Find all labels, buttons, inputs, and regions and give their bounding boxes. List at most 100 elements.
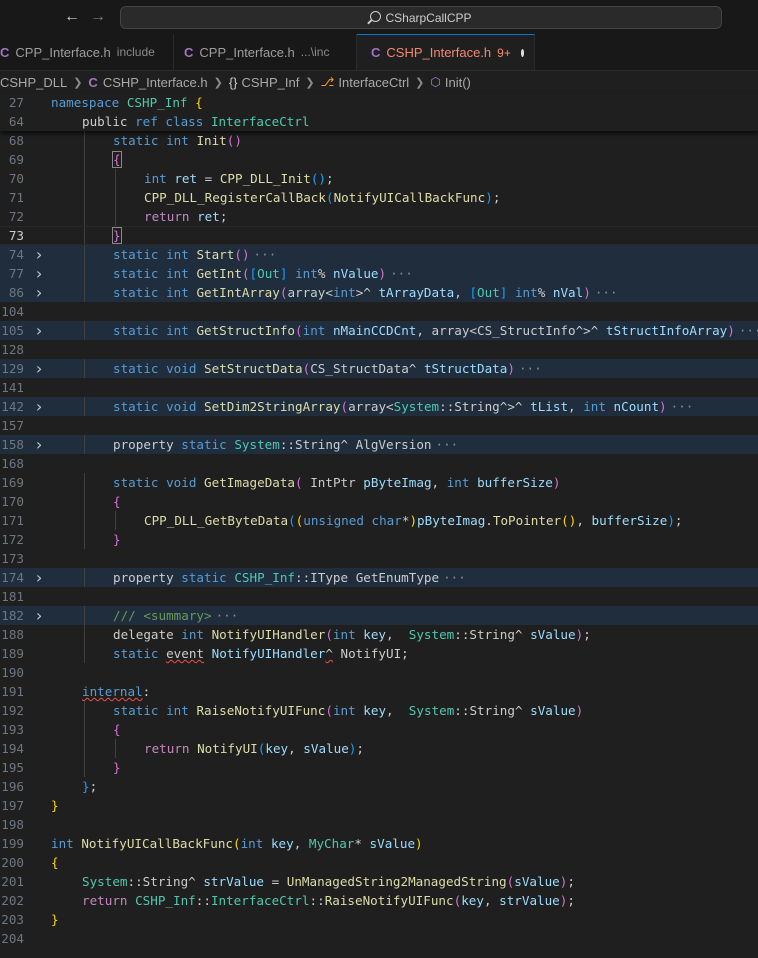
fold-chevron-icon[interactable]: › (34, 606, 44, 625)
code-line-171[interactable]: 171 CPP_DLL_GetByteData((unsigned char*)p… (0, 511, 758, 530)
token: ( (340, 399, 349, 414)
code-line-203[interactable]: 203} (0, 910, 758, 929)
folded-ellipsis[interactable]: ··· (443, 570, 466, 585)
fold-chevron-icon[interactable]: › (34, 397, 44, 416)
code-line-199[interactable]: 199 int NotifyUICallBackFunc(int key, MyC… (0, 834, 758, 853)
fold-chevron-icon[interactable]: › (34, 435, 44, 454)
fold-chevron-icon[interactable]: › (34, 245, 44, 264)
code-line-195[interactable]: 195} (0, 758, 758, 777)
code-line-129[interactable]: 129 › static void SetStructData(CS_StructD… (0, 359, 758, 378)
code-line-194[interactable]: 194 return NotifyUI(key, sValue); (0, 739, 758, 758)
token: unsigned (303, 513, 364, 528)
code-line-157[interactable]: 157 (0, 416, 758, 435)
tab-cshp-interface[interactable]: C CSHP_Interface.h 9+ (357, 34, 535, 70)
token: int (514, 285, 538, 300)
code-line-173[interactable]: 173 (0, 549, 758, 568)
code-line-190[interactable]: 190 (0, 663, 758, 682)
code-line-70[interactable]: 70 int ret = CPP_DLL_Init(); (0, 169, 758, 188)
token: System (82, 874, 128, 889)
code-line-189[interactable]: 189 static event NotifyUIHandler^ NotifyU… (0, 644, 758, 663)
fold-chevron-icon[interactable]: › (34, 264, 44, 283)
code-line-158[interactable]: 158 › property static System::String^ AlgV… (0, 435, 758, 454)
code-line-192[interactable]: 192 static int RaiseNotifyUIFunc(int key,… (0, 701, 758, 720)
code-line-72[interactable]: 72 return ret; (0, 207, 758, 226)
fold-chevron-icon[interactable]: › (34, 568, 44, 587)
arrow-left-icon[interactable]: ← (62, 7, 82, 27)
code-line-104[interactable]: 104 (0, 302, 758, 321)
fold-chevron-icon[interactable]: › (34, 321, 44, 340)
code-line-198[interactable]: 198 (0, 815, 758, 834)
code-line-71[interactable]: 71 CPP_DLL_RegisterCallBack(NotifyUICallB… (0, 188, 758, 207)
code-line-142[interactable]: 142 › static void SetDim2StringArray(array… (0, 397, 758, 416)
code-line-128[interactable]: 128 (0, 340, 758, 359)
breadcrumb-namespace[interactable]: {} CSHP_Inf (229, 75, 300, 90)
code-text: CPP_DLL_RegisterCallBack(NotifyUICallBac… (144, 188, 500, 207)
token: () (226, 133, 242, 148)
code-line-105[interactable]: 105 › static int GetStructInfo(int nMainCC… (0, 321, 758, 340)
code-line-201[interactable]: 201 System::String^ strValue = UnManagedS… (0, 872, 758, 891)
code-line-197[interactable]: 197} (0, 796, 758, 815)
tab-cpp-interface-inc[interactable]: C CPP_Interface.h ...\inc (174, 34, 357, 70)
folded-ellipsis[interactable]: ··· (390, 266, 413, 281)
breadcrumb-file[interactable]: C CSHP_Interface.h (88, 75, 207, 90)
code-text: static int Init() (113, 131, 242, 150)
command-center-search[interactable]: CSharpCallCPP (120, 6, 722, 29)
line-number: 73 (8, 228, 24, 243)
code-line-86[interactable]: 86 › static int GetIntArray(array<int>^ tA… (0, 283, 758, 302)
fold-chevron-icon[interactable]: › (34, 359, 44, 378)
arrow-right-icon[interactable]: → (88, 7, 108, 27)
token: NotifyUI (197, 741, 258, 756)
breadcrumb-folder[interactable]: CSHP_DLL (0, 75, 67, 90)
code-line-68[interactable]: 68 static int Init() (0, 131, 758, 150)
sticky-scroll-header[interactable]: 27 namespace CSHP_Inf {64 public ref class… (0, 93, 758, 131)
indent-guide (84, 207, 85, 226)
folded-ellipsis[interactable]: ··· (595, 285, 618, 300)
code-text: int ret = CPP_DLL_Init(); (144, 169, 334, 188)
code-line-69[interactable]: 69 { (0, 150, 758, 169)
code-line-204[interactable]: 204 (0, 929, 758, 948)
folded-ellipsis[interactable]: ··· (216, 608, 239, 623)
folded-ellipsis[interactable]: ··· (671, 399, 694, 414)
indent-guide (84, 321, 85, 340)
code-line-200[interactable]: 200 { (0, 853, 758, 872)
code-line-202[interactable]: 202 return CSHP_Inf::InterfaceCtrl::Raise… (0, 891, 758, 910)
code-line-182[interactable]: 182 › /// <summary> ··· (0, 606, 758, 625)
token: * (354, 836, 370, 851)
code-line-181[interactable]: 181 (0, 587, 758, 606)
code-line-193[interactable]: 193 { (0, 720, 758, 739)
breadcrumb: CSHP_DLL ❯ C CSHP_Interface.h ❯ {} CSHP_In… (0, 71, 758, 93)
code-editor[interactable]: 27 namespace CSHP_Inf {64 public ref class… (0, 93, 758, 948)
folded-ellipsis[interactable]: ··· (254, 247, 277, 262)
code-line-64[interactable]: 64 public ref class InterfaceCtrl (0, 112, 758, 131)
code-line-188[interactable]: 188 delegate int NotifyUIHandler(int key,… (0, 625, 758, 644)
token: RaiseNotifyUIFunc (324, 893, 454, 908)
line-number: 129 (1, 361, 24, 376)
code-line-168[interactable]: 168 (0, 454, 758, 473)
code-line-73[interactable]: 73} (0, 226, 758, 245)
unsaved-dot-icon[interactable] (520, 48, 524, 57)
code-line-174[interactable]: 174 › property static CSHP_Inf::IType GetE… (0, 568, 758, 587)
token: int (302, 323, 326, 338)
code-line-196[interactable]: 196}; (0, 777, 758, 796)
fold-chevron-icon[interactable]: › (34, 283, 44, 302)
breadcrumb-method[interactable]: ⬡ Init() (430, 75, 470, 90)
code-text: System::String^ strValue = UnManagedStri… (82, 872, 575, 891)
code-line-169[interactable]: 169 static void GetImageData( IntPtr pByt… (0, 473, 758, 492)
folded-ellipsis[interactable]: ··· (519, 361, 542, 376)
code-line-77[interactable]: 77 › static int GetInt([Out] int% nValue) ·… (0, 264, 758, 283)
code-line-191[interactable]: 191 internal: (0, 682, 758, 701)
code-line-141[interactable]: 141 (0, 378, 758, 397)
code-text: { (51, 853, 59, 872)
folded-ellipsis[interactable]: ··· (739, 323, 758, 338)
token: property (113, 437, 182, 452)
code-line-27[interactable]: 27 namespace CSHP_Inf { (0, 93, 758, 112)
tab-cpp-interface-include[interactable]: C CPP_Interface.h include (0, 34, 174, 70)
code-line-170[interactable]: 170 { (0, 492, 758, 511)
code-line-172[interactable]: 172} (0, 530, 758, 549)
indent-guide (84, 169, 85, 188)
folded-ellipsis[interactable]: ··· (436, 437, 459, 452)
search-icon (370, 11, 382, 22)
token: sValue (530, 703, 576, 718)
code-line-74[interactable]: 74 › static int Start() ··· (0, 245, 758, 264)
breadcrumb-class[interactable]: ⎇ InterfaceCtrl (321, 75, 410, 90)
